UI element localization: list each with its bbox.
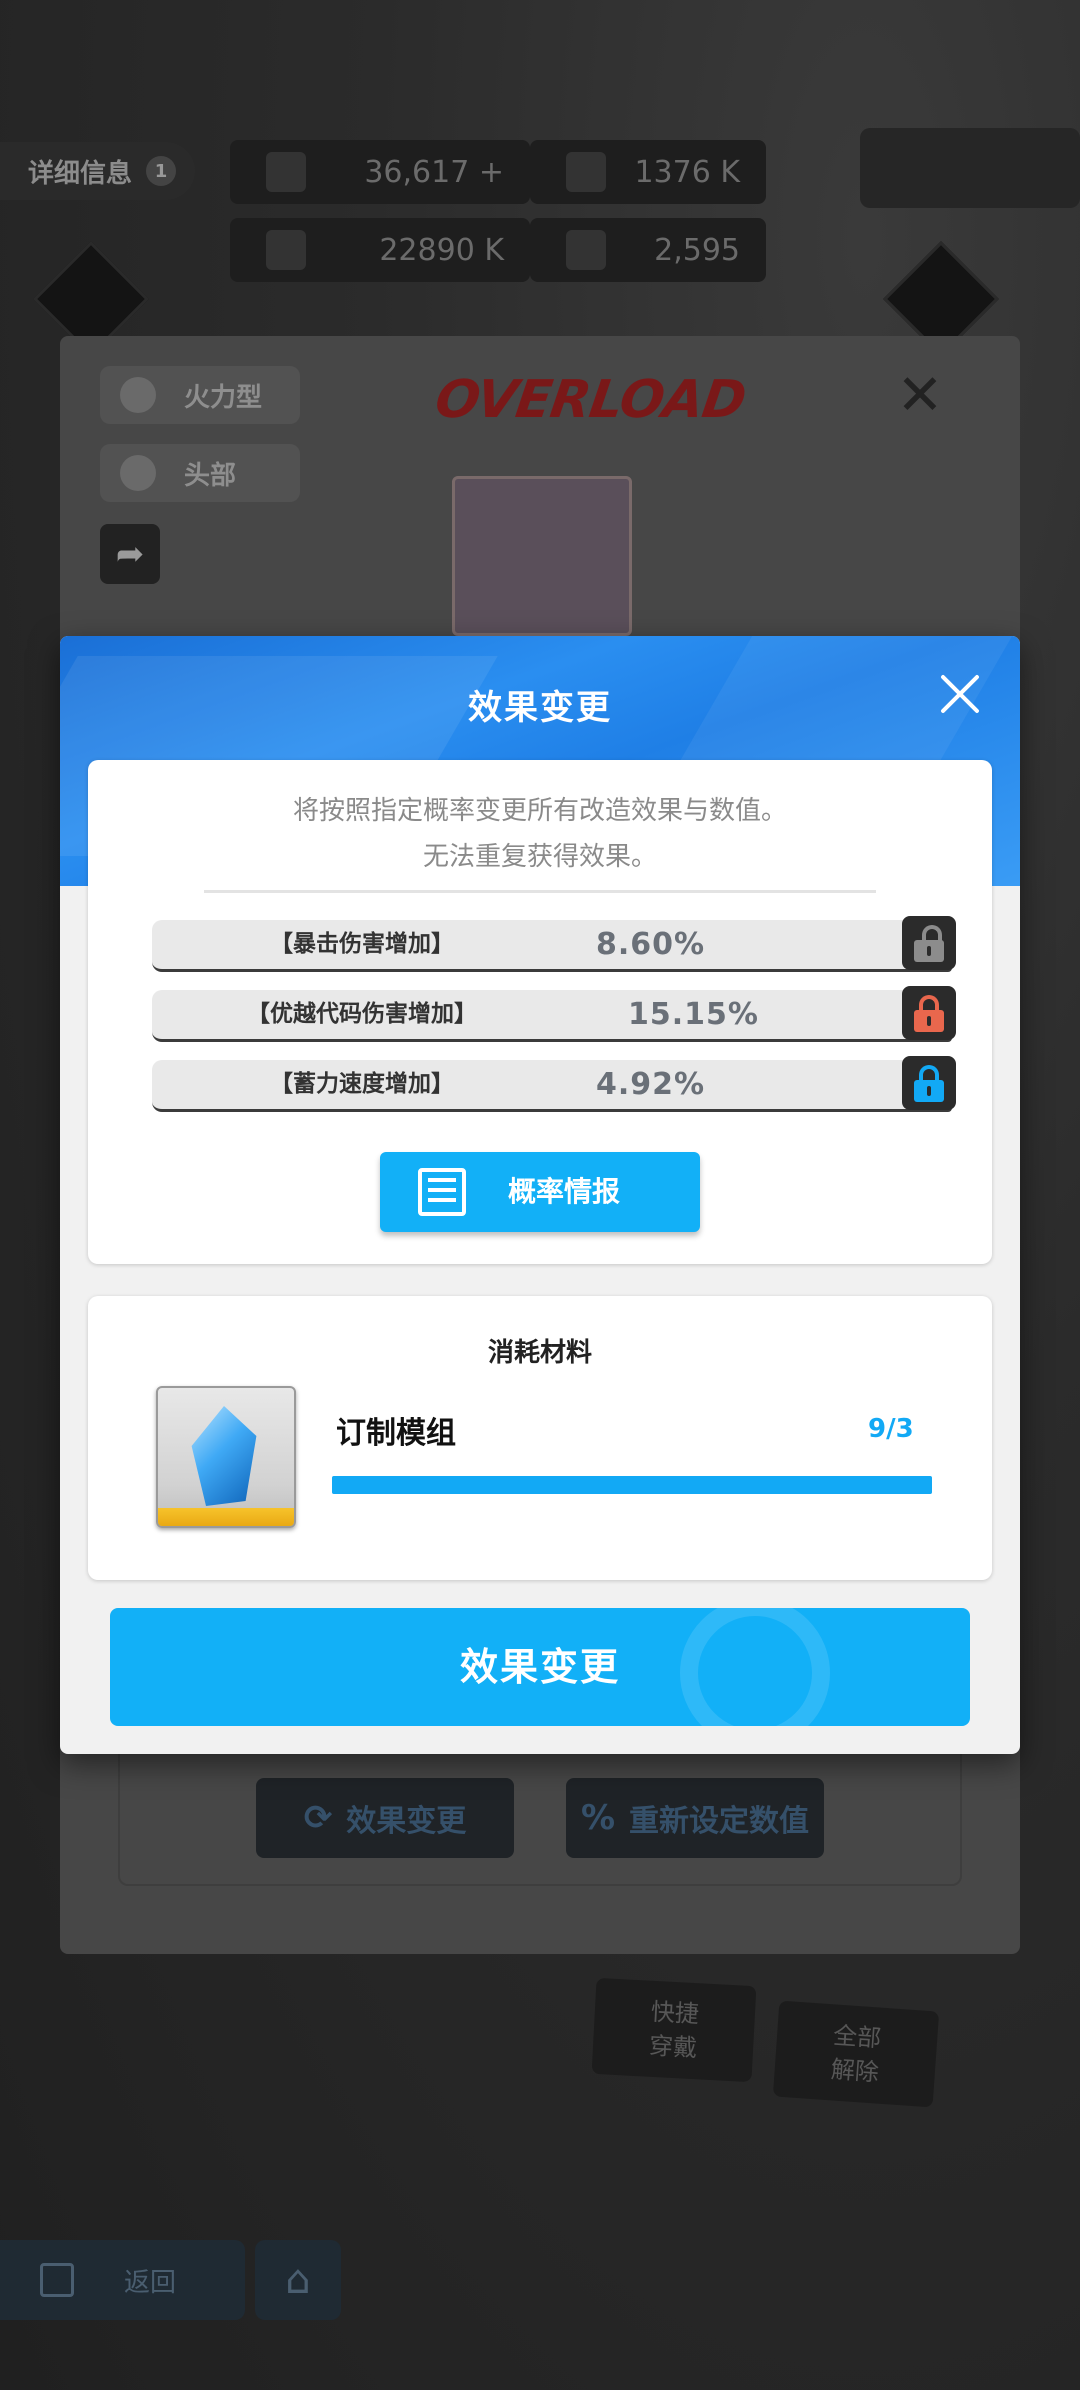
stat-power: 36,617 +	[230, 140, 530, 204]
share-arrow-icon[interactable]: ➦	[100, 524, 160, 584]
bg-effect-change-label: 效果变更	[346, 1804, 467, 1839]
effect-name: 【暴击伤害增加】	[270, 931, 454, 957]
stat-battle-data-value: 22890 K	[379, 232, 504, 268]
dialog-title: 效果变更	[468, 688, 612, 728]
equipment-close-icon[interactable]: ✕	[890, 366, 950, 426]
effect-name: 【优越代码伤害增加】	[247, 1001, 477, 1027]
confirm-effect-change-label: 效果变更	[459, 1645, 620, 1689]
equipment-actions-area	[118, 1736, 962, 1886]
unequip-all-button[interactable]: 全部 解除	[772, 2000, 940, 2108]
stat-core-dust-value: 2,595	[654, 232, 740, 268]
class-chip: 火力型	[100, 366, 300, 424]
equipment-item-image	[452, 476, 632, 636]
refresh-icon: ⟳	[303, 1798, 333, 1838]
material-progress-bar	[332, 1476, 932, 1494]
home-button[interactable]: ⌂	[255, 2240, 341, 2320]
effects-card: 将按照指定概率变更所有改造效果与数值。 无法重复获得效果。 【暴击伤害增加】 8…	[88, 760, 992, 1264]
probability-info-button[interactable]: 概率情报	[380, 1152, 700, 1232]
unlocked-lock-icon[interactable]	[902, 916, 956, 970]
bg-effect-change-button[interactable]: ⟳ 效果变更	[256, 1778, 514, 1858]
locked-blue-lock-icon[interactable]	[902, 1056, 956, 1110]
back-button[interactable]: 返回	[0, 2240, 245, 2320]
bg-reset-value-button[interactable]: % 重新设定数值	[566, 1778, 824, 1858]
head-slot-icon	[120, 455, 156, 491]
power-icon	[266, 152, 306, 192]
stat-credits: 1376 K	[530, 140, 766, 204]
close-icon[interactable]	[930, 664, 990, 724]
battle-data-icon	[266, 230, 306, 270]
custom-module-icon[interactable]	[156, 1386, 296, 1528]
bg-reset-value-label: 重新设定数值	[629, 1804, 810, 1839]
core-dust-icon	[566, 230, 606, 270]
stat-credits-value: 1376 K	[634, 154, 740, 190]
overload-logo: OVERLOAD	[431, 370, 749, 430]
material-progress-fill	[332, 1476, 932, 1494]
credits-icon	[566, 152, 606, 192]
effect-row-charge-speed: 【蓄力速度增加】 4.92%	[152, 1056, 956, 1112]
back-label: 返回	[124, 2267, 177, 2298]
list-icon	[418, 1168, 466, 1216]
effect-value: 4.92%	[596, 1067, 706, 1102]
slot-chip: 头部	[100, 444, 300, 502]
effect-value: 8.60%	[596, 927, 706, 962]
detail-info-label: 详细信息	[28, 158, 133, 189]
description-line-1: 将按照指定概率变更所有改造效果与数值。	[292, 796, 787, 826]
stat-power-value: 36,617 +	[364, 154, 504, 190]
detail-info-tab[interactable]: 详细信息 1	[0, 142, 195, 200]
quick-equip-button[interactable]: 快捷 穿戴	[591, 1977, 757, 2083]
material-card: 消耗材料 订制模组 9/3	[88, 1296, 992, 1580]
material-section-title: 消耗材料	[487, 1338, 592, 1368]
description-divider	[204, 890, 876, 893]
class-chip-label: 火力型	[184, 382, 263, 413]
effect-row-crit-damage: 【暴击伤害增加】 8.60%	[152, 916, 956, 972]
percent-icon: %	[580, 1798, 616, 1838]
exit-icon	[40, 2263, 74, 2297]
stat-battle-data: 22890 K	[230, 218, 530, 282]
stat-core-dust: 2,595	[530, 218, 766, 282]
effect-name: 【蓄力速度增加】	[270, 1071, 454, 1097]
material-name: 订制模组	[336, 1416, 456, 1451]
probability-info-label: 概率情报	[508, 1175, 621, 1208]
confirm-effect-change-button[interactable]: 效果变更	[110, 1608, 970, 1726]
effect-change-dialog: 效果变更 将按照指定概率变更所有改造效果与数值。 无法重复获得效果。 【暴击伤害…	[60, 636, 1020, 1754]
material-count: 9/3	[868, 1414, 914, 1444]
effect-row-code-damage: 【优越代码伤害增加】 15.15%	[152, 986, 956, 1042]
detail-info-badge: 1	[146, 156, 177, 186]
home-icon: ⌂	[285, 2257, 311, 2303]
firepower-class-icon	[120, 377, 156, 413]
effect-value: 15.15%	[628, 997, 759, 1032]
slot-chip-label: 头部	[184, 460, 237, 491]
top-right-panel	[860, 128, 1080, 208]
locked-red-lock-icon[interactable]	[902, 986, 956, 1040]
description-line-2: 无法重复获得效果。	[422, 842, 657, 872]
